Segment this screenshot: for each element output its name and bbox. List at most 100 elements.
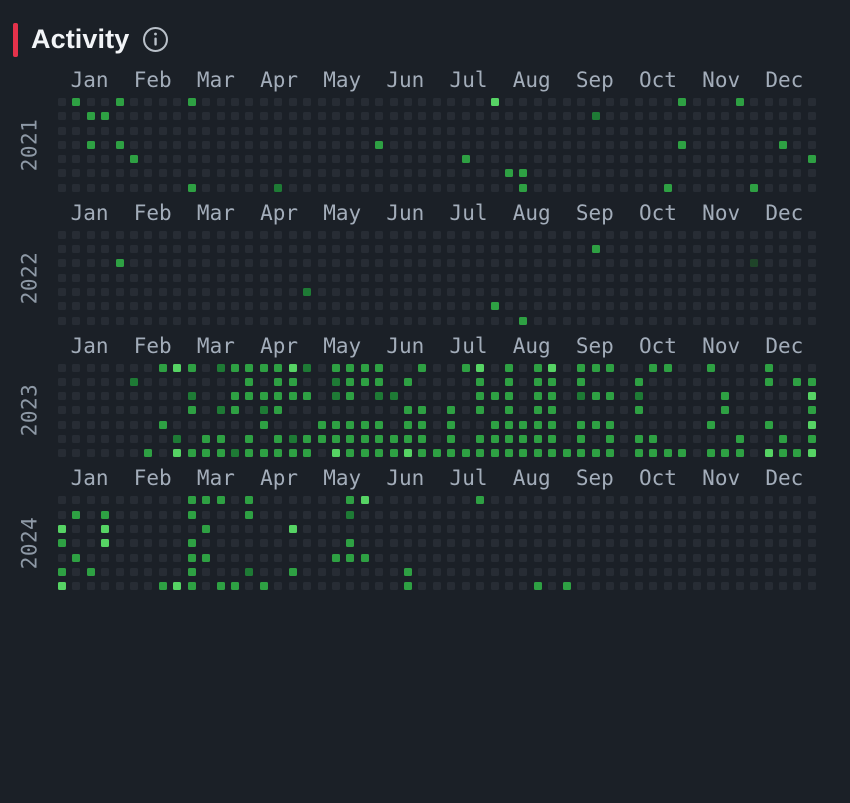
contribution-cell[interactable]: [793, 183, 802, 192]
contribution-cell[interactable]: [692, 98, 701, 106]
contribution-cell[interactable]: [577, 420, 586, 429]
contribution-cell[interactable]: [735, 406, 744, 415]
contribution-cell[interactable]: [130, 98, 139, 106]
contribution-cell[interactable]: [706, 363, 715, 372]
contribution-cell[interactable]: [375, 510, 384, 519]
contribution-cell[interactable]: [692, 126, 701, 135]
contribution-cell[interactable]: [303, 302, 312, 311]
contribution-cell[interactable]: [663, 553, 672, 562]
contribution-cell[interactable]: [288, 392, 297, 401]
contribution-cell[interactable]: [721, 406, 730, 415]
contribution-cell[interactable]: [706, 155, 715, 164]
contribution-cell[interactable]: [591, 420, 600, 429]
contribution-cell[interactable]: [764, 112, 773, 121]
contribution-cell[interactable]: [605, 406, 614, 415]
contribution-cell[interactable]: [634, 287, 643, 296]
contribution-cell[interactable]: [187, 392, 196, 401]
contribution-cell[interactable]: [389, 406, 398, 415]
contribution-cell[interactable]: [591, 245, 600, 254]
contribution-cell[interactable]: [432, 287, 441, 296]
contribution-cell[interactable]: [793, 230, 802, 239]
contribution-cell[interactable]: [231, 553, 239, 562]
contribution-cell[interactable]: [764, 140, 773, 149]
contribution-cell[interactable]: [303, 126, 312, 135]
contribution-cell[interactable]: [519, 183, 528, 192]
contribution-cell[interactable]: [432, 420, 441, 429]
contribution-cell[interactable]: [216, 169, 225, 178]
contribution-cell[interactable]: [187, 582, 196, 591]
contribution-cell[interactable]: [86, 582, 95, 591]
contribution-cell[interactable]: [519, 567, 528, 576]
contribution-cell[interactable]: [375, 316, 384, 325]
contribution-cell[interactable]: [231, 245, 239, 254]
contribution-cell[interactable]: [58, 392, 66, 401]
contribution-cell[interactable]: [216, 245, 225, 254]
contribution-cell[interactable]: [389, 273, 398, 282]
contribution-cell[interactable]: [245, 567, 254, 576]
contribution-cell[interactable]: [245, 377, 254, 386]
contribution-cell[interactable]: [634, 273, 643, 282]
contribution-cell[interactable]: [86, 230, 95, 239]
contribution-cell[interactable]: [245, 524, 254, 533]
contribution-cell[interactable]: [577, 524, 586, 533]
contribution-cell[interactable]: [274, 140, 283, 149]
contribution-cell[interactable]: [58, 245, 66, 254]
contribution-cell[interactable]: [591, 392, 600, 401]
contribution-cell[interactable]: [721, 449, 730, 458]
contribution-cell[interactable]: [678, 406, 687, 415]
contribution-cell[interactable]: [591, 259, 600, 268]
contribution-cell[interactable]: [158, 582, 167, 591]
contribution-cell[interactable]: [505, 259, 514, 268]
contribution-cell[interactable]: [591, 126, 600, 135]
contribution-cell[interactable]: [591, 273, 600, 282]
contribution-cell[interactable]: [605, 539, 614, 548]
contribution-cell[interactable]: [591, 98, 600, 106]
contribution-cell[interactable]: [533, 155, 542, 164]
contribution-cell[interactable]: [274, 392, 283, 401]
contribution-cell[interactable]: [101, 496, 110, 505]
contribution-cell[interactable]: [779, 406, 788, 415]
contribution-cell[interactable]: [577, 273, 586, 282]
contribution-cell[interactable]: [101, 169, 110, 178]
contribution-cell[interactable]: [202, 287, 211, 296]
contribution-cell[interactable]: [750, 567, 759, 576]
contribution-cell[interactable]: [663, 259, 672, 268]
contribution-cell[interactable]: [779, 140, 788, 149]
contribution-cell[interactable]: [706, 316, 715, 325]
contribution-cell[interactable]: [678, 539, 687, 548]
contribution-cell[interactable]: [591, 449, 600, 458]
contribution-cell[interactable]: [735, 259, 744, 268]
contribution-cell[interactable]: [404, 230, 413, 239]
contribution-cell[interactable]: [404, 126, 413, 135]
contribution-cell[interactable]: [389, 582, 398, 591]
contribution-cell[interactable]: [735, 435, 744, 444]
contribution-cell[interactable]: [461, 392, 470, 401]
contribution-cell[interactable]: [101, 406, 110, 415]
contribution-cell[interactable]: [577, 406, 586, 415]
contribution-cell[interactable]: [461, 363, 470, 372]
contribution-cell[interactable]: [548, 302, 557, 311]
contribution-cell[interactable]: [764, 392, 773, 401]
contribution-cell[interactable]: [461, 140, 470, 149]
contribution-cell[interactable]: [158, 420, 167, 429]
contribution-cell[interactable]: [274, 98, 283, 106]
contribution-cell[interactable]: [130, 510, 139, 519]
contribution-cell[interactable]: [274, 510, 283, 519]
contribution-cell[interactable]: [317, 420, 326, 429]
contribution-cell[interactable]: [634, 582, 643, 591]
contribution-cell[interactable]: [274, 539, 283, 548]
contribution-cell[interactable]: [346, 420, 355, 429]
contribution-cell[interactable]: [72, 169, 81, 178]
contribution-cell[interactable]: [72, 316, 81, 325]
contribution-cell[interactable]: [432, 553, 441, 562]
contribution-cell[interactable]: [692, 420, 701, 429]
contribution-cell[interactable]: [288, 302, 297, 311]
contribution-cell[interactable]: [202, 567, 211, 576]
contribution-cell[interactable]: [389, 316, 398, 325]
contribution-cell[interactable]: [505, 183, 514, 192]
contribution-cell[interactable]: [519, 112, 528, 121]
contribution-cell[interactable]: [130, 230, 139, 239]
contribution-cell[interactable]: [274, 435, 283, 444]
contribution-cell[interactable]: [692, 155, 701, 164]
contribution-cell[interactable]: [620, 553, 629, 562]
